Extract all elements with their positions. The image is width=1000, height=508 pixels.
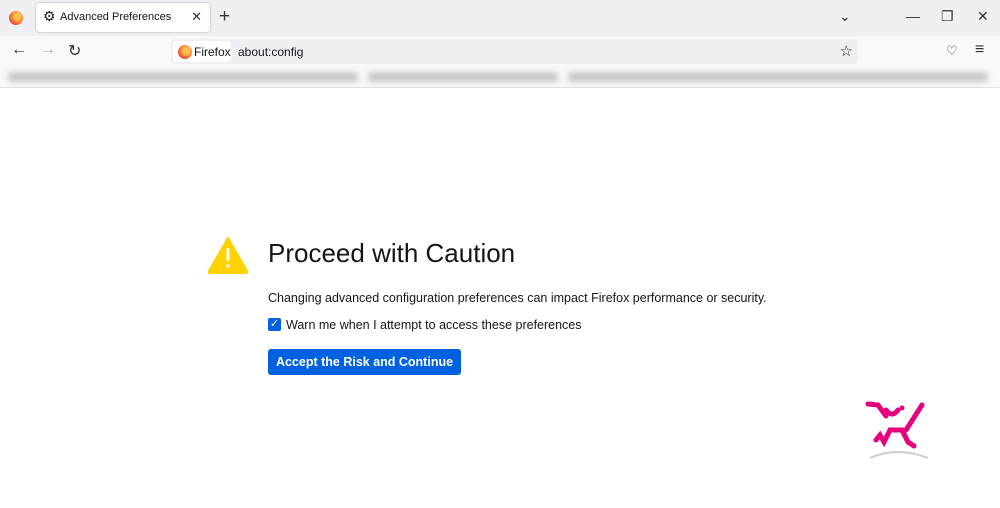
- blurred-bookmarks[interactable]: [8, 72, 358, 82]
- close-window-button[interactable]: ✕: [977, 8, 989, 25]
- firefox-menu-icon[interactable]: [9, 11, 23, 25]
- tab-title: Advanced Preferences: [60, 11, 172, 23]
- navigation-toolbar: ← → ↻ Firefox about:config ☆ ♡ ≡: [0, 36, 1000, 66]
- gear-icon: ⚙: [43, 8, 56, 24]
- warn-checkbox-label[interactable]: Warn me when I attempt to access these p…: [286, 318, 582, 332]
- warn-checkbox[interactable]: ✓: [268, 318, 281, 331]
- identity-label: Firefox: [194, 45, 231, 59]
- identity-box[interactable]: Firefox: [173, 41, 231, 62]
- accept-risk-button[interactable]: Accept the Risk and Continue: [268, 349, 461, 375]
- restore-button[interactable]: ❐: [941, 8, 954, 25]
- new-tab-button[interactable]: +: [219, 6, 230, 28]
- minimize-button[interactable]: —: [906, 8, 920, 24]
- hamburger-menu-icon[interactable]: ≡: [975, 41, 984, 59]
- url-text[interactable]: about:config: [238, 45, 303, 59]
- pocket-icon[interactable]: ♡: [946, 43, 958, 59]
- address-bar[interactable]: Firefox about:config ☆: [171, 39, 858, 64]
- warning-icon: [207, 237, 249, 274]
- bookmarks-toolbar: [0, 66, 1000, 88]
- forward-arrow-icon[interactable]: →: [40, 41, 56, 59]
- watermark-logo: [865, 401, 929, 459]
- page-title: Proceed with Caution: [268, 238, 516, 268]
- firefox-icon: [178, 45, 192, 59]
- tab-bar: ⚙ Advanced Preferences ✕ + ⌄ — ❐ ✕: [0, 0, 1000, 36]
- list-tabs-chevron-down-icon[interactable]: ⌄: [839, 8, 851, 25]
- back-arrow-icon[interactable]: ←: [11, 41, 27, 59]
- close-tab-icon[interactable]: ✕: [191, 9, 202, 25]
- bookmark-star-icon[interactable]: ☆: [840, 42, 853, 60]
- warning-description: Changing advanced configuration preferen…: [268, 291, 767, 305]
- reload-icon[interactable]: ↻: [68, 41, 81, 61]
- blurred-bookmarks[interactable]: [368, 72, 558, 82]
- blurred-bookmarks[interactable]: [568, 72, 988, 82]
- tab-advanced-preferences[interactable]: ⚙ Advanced Preferences ✕: [36, 3, 210, 32]
